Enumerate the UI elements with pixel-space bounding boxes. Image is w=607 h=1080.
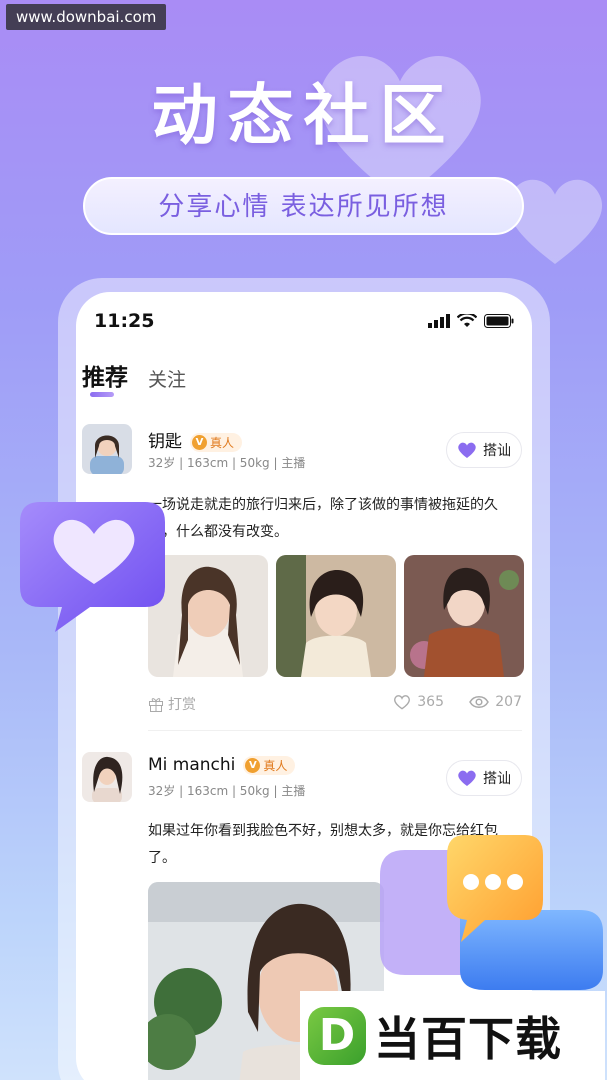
post-photo[interactable] (276, 555, 396, 677)
heart-bubble-sticker-icon (20, 502, 165, 632)
greet-button[interactable]: 搭讪 (446, 760, 522, 796)
verified-badge: V 真人 (190, 432, 243, 452)
greet-button[interactable]: 搭讪 (446, 432, 522, 468)
status-time: 11:25 (94, 310, 155, 332)
signal-icon (428, 314, 450, 328)
hero-subtitle: 分享心情 表达所见所想 (83, 177, 524, 235)
post-author[interactable]: 钥匙 V 真人 (148, 427, 243, 452)
post-text: 一场说走就走的旅行归来后，除了该做的事情被拖延的久了，什么都没有改变。 (148, 497, 498, 540)
brand-name: 当百下载 (374, 1011, 562, 1066)
photo-grid (148, 555, 524, 677)
view-count: 207 (495, 694, 522, 710)
chat-bubble-sticker-icon (380, 835, 603, 990)
post-divider (148, 730, 522, 731)
brand-logo: D 当百下载 (300, 991, 605, 1080)
tab-follow[interactable]: 关注 (148, 365, 186, 392)
wifi-icon (457, 314, 477, 327)
brand-logo-icon: D (308, 1006, 366, 1065)
status-bar: 11:25 (94, 310, 514, 334)
post-photo[interactable] (404, 555, 524, 677)
heart-icon (458, 770, 476, 786)
heart-outline-icon (394, 695, 411, 710)
author-meta: 32岁 | 163cm | 50kg | 主播 (148, 456, 306, 470)
feed-tabs: 推荐 关注 (82, 358, 186, 392)
avatar[interactable] (82, 424, 132, 474)
verified-icon: V (192, 434, 207, 450)
reward-button[interactable]: 打赏 (148, 694, 196, 714)
verified-badge: V 真人 (243, 755, 296, 775)
battery-icon (484, 314, 514, 328)
active-tab-indicator (90, 392, 114, 397)
tab-recommend[interactable]: 推荐 (82, 358, 128, 392)
verified-icon: V (245, 757, 261, 773)
gift-icon (149, 698, 163, 712)
post-actions: 打赏 365 207 (148, 694, 522, 716)
view-stat: 207 (469, 694, 522, 710)
like-count: 365 (417, 694, 444, 710)
author-meta: 32岁 | 163cm | 50kg | 主播 (148, 784, 306, 798)
watermark: www.downbai.com (6, 4, 167, 30)
like-button[interactable]: 365 (393, 694, 444, 710)
hero-title: 动态社区 (151, 77, 456, 154)
heart-icon (458, 442, 476, 458)
post-author[interactable]: Mi manchi V 真人 (148, 755, 296, 775)
eye-icon (469, 696, 490, 708)
avatar[interactable] (82, 752, 132, 802)
